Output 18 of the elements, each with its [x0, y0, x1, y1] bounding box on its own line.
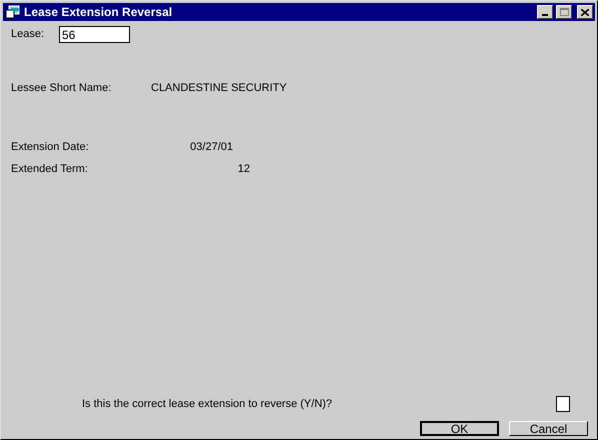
extension-date-label: Extension Date: — [11, 140, 90, 154]
extension-date-value: 03/27/01 — [189, 140, 233, 154]
close-button[interactable] — [577, 5, 593, 19]
close-icon — [581, 8, 589, 16]
extended-term-label: Extended Term: — [11, 162, 89, 177]
confirm-field[interactable] — [556, 396, 570, 412]
maximize-button[interactable] — [556, 5, 572, 19]
app-icon — [5, 5, 21, 19]
dialog-button[interactable]: Cancel — [509, 421, 588, 436]
lessee-value: CLANDESTINE SECURITY — [151, 81, 287, 96]
lease-label: Lease: — [11, 27, 46, 42]
lessee-label: Lessee Short Name: — [11, 81, 112, 96]
window-title: Lease Extension Reversal — [24, 4, 174, 21]
minimize-button[interactable] — [537, 5, 553, 19]
confirm-question: Is this the correct lease extension to reverse (Y/N)? — [82, 396, 334, 412]
dialog-button[interactable]: OK — [420, 421, 499, 436]
extended-term-value: 12 — [236, 162, 250, 177]
lease-field[interactable]: 56 — [59, 26, 130, 43]
